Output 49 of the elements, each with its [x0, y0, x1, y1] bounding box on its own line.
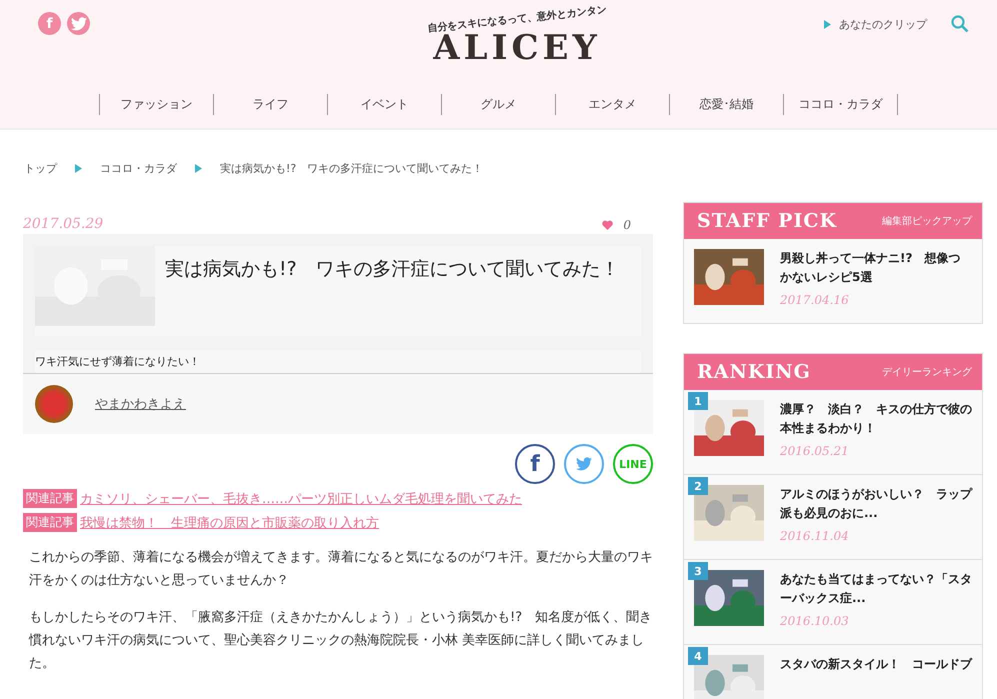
article-link[interactable]: 男殺し丼って一体ナニ!? 想像つかないレシピ5選	[780, 249, 972, 287]
paragraph: もしかしたらそのワキ汗、「腋窩多汗症（えきかたかんしょう）」という病気かも!? 知名度が低く、聞き慣れないワキ汗の病気について、聖心美容クリニックの熱海院院長・小林 美幸医師に詳しく聞いてみました。	[29, 609, 653, 673]
article-link[interactable]: アルミのほうがおいしい？ ラップ派も必見のおに...	[780, 485, 972, 523]
twitter-icon[interactable]	[67, 12, 90, 35]
triangle-icon	[824, 20, 831, 28]
author-link[interactable]: やまかわきよえ	[95, 395, 186, 413]
panel-title: STAFF PICK	[697, 210, 837, 232]
facebook-share-button[interactable]: f	[515, 444, 555, 484]
bird-icon	[576, 457, 592, 471]
article-title: 実は病気かも!? ワキの多汗症について聞いてみた！	[165, 257, 620, 282]
panel-subtitle: 編集部ピックアップ	[882, 214, 972, 228]
rank-badge: 2	[688, 477, 708, 495]
nav-item[interactable]: 恋愛･結婚	[670, 94, 784, 115]
rank-badge: 1	[688, 392, 708, 410]
tagline: 自分をスキになるって、意外とカンタン	[426, 4, 608, 34]
article-date: 2017.05.29	[23, 216, 104, 232]
related-tag: 関連記事	[23, 513, 77, 532]
nav-item[interactable]: ココロ・カラダ	[784, 94, 898, 115]
item-date: 2016.05.21	[780, 444, 850, 458]
panel-title: RANKING	[697, 361, 811, 383]
breadcrumb-item[interactable]: ココロ・カラダ	[100, 160, 177, 176]
nav-item[interactable]: ファッション	[99, 94, 214, 115]
breadcrumb-item[interactable]: トップ	[24, 160, 57, 176]
heart-icon[interactable]	[602, 220, 614, 230]
triangle-icon	[75, 164, 82, 172]
article-link[interactable]: 濃厚？ 淡白？ キスの仕方で彼の本性まるわかり！	[780, 400, 972, 438]
twitter-share-button[interactable]	[564, 444, 604, 484]
triangle-icon	[195, 164, 202, 172]
item-date: 2016.11.04	[780, 529, 850, 543]
rank-badge: 3	[688, 562, 708, 580]
article-link[interactable]: あなたも当てはまってない？「スターバックス症...	[780, 570, 972, 608]
panel-subtitle: デイリーランキング	[882, 366, 972, 379]
clip-link[interactable]: あなたのクリップ	[824, 16, 927, 32]
article-lead: ワキ汗気にせず薄着になりたい！	[35, 350, 641, 373]
paragraph: これからの季節、薄着になる機会が増えてきます。薄着になると気になるのがワキ汗。夏だから大量のワキ汗をかくのは仕方ないと思っていませんか？	[29, 548, 653, 590]
like-count: 0	[623, 218, 631, 232]
nav-item[interactable]: グルメ	[442, 94, 556, 115]
nav-item[interactable]: イベント	[328, 94, 442, 115]
rank-badge: 4	[688, 647, 708, 665]
nav-item[interactable]: ライフ	[214, 94, 328, 115]
search-icon[interactable]	[951, 15, 969, 33]
author-avatar[interactable]	[35, 385, 73, 423]
related-tag: 関連記事	[23, 489, 77, 508]
item-date: 2016.10.03	[780, 614, 850, 628]
breadcrumb-item[interactable]: 実は病気かも!? ワキの多汗症について聞いてみた！	[220, 160, 484, 176]
item-date: 2017.04.16	[780, 293, 850, 307]
nav-item[interactable]: エンタメ	[556, 94, 670, 115]
article-link[interactable]: スタバの新スタイル！ コールドブ	[780, 655, 972, 674]
bird-icon	[70, 16, 86, 30]
